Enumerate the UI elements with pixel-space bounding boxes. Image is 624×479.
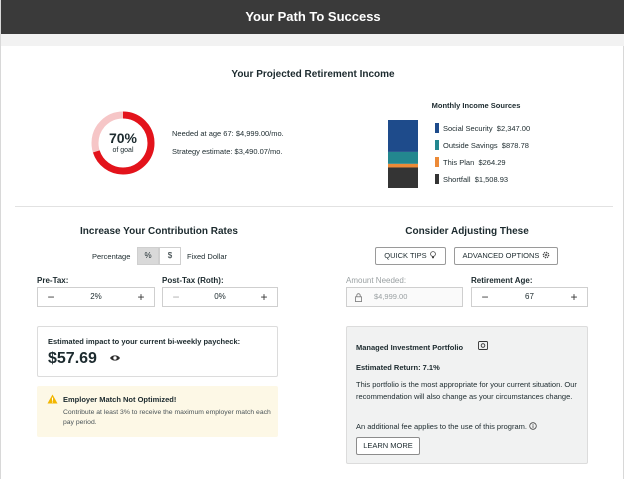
needed-value: $4,999.00/mo. <box>235 129 284 138</box>
amount-needed-value: $4,999.00 <box>374 292 408 301</box>
warning-text: Contribute at least 3% to receive the ma… <box>63 409 271 426</box>
paycheck-impact-card: Estimated impact to your current bi-week… <box>37 326 278 377</box>
projected-title: Your Projected Retirement Income <box>231 69 395 80</box>
bar-segment-outside-savings <box>388 151 418 164</box>
learn-more-label: LEARN MORE <box>363 441 413 450</box>
legend-item-this-plan: This Plan $264.29 <box>443 158 506 167</box>
strategy-value: $3,490.07/mo. <box>234 147 283 156</box>
pretax-decrease-button[interactable]: − <box>42 288 60 306</box>
legend-swatch-shortfall <box>435 174 439 184</box>
legend-value: $1,508.93 <box>474 175 509 184</box>
amount-needed-field[interactable]: $4,999.00 <box>346 287 463 307</box>
age-decrease-button[interactable]: − <box>476 288 494 306</box>
needed-label: Needed at age 67: <box>172 129 234 138</box>
posttax-increase-button[interactable]: + <box>255 288 273 306</box>
legend-swatch-outside-savings <box>435 140 439 150</box>
age-increase-button[interactable]: + <box>565 288 583 306</box>
impact-value: $57.69 <box>48 350 97 367</box>
bar-segment-this-plan <box>388 163 418 168</box>
advanced-options-label: ADVANCED OPTIONS <box>462 251 540 260</box>
dollar-toggle-label: $ <box>167 251 173 260</box>
dollar-toggle-button[interactable]: $ <box>159 247 181 265</box>
sources-title: Monthly Income Sources <box>431 101 521 110</box>
bar-segment-social-security <box>388 120 418 152</box>
header-subbar <box>1 34 624 46</box>
info-icon[interactable] <box>529 422 537 430</box>
lock-icon <box>355 293 362 302</box>
strategy-label: Strategy estimate: <box>172 147 233 156</box>
income-stacked-bar <box>388 120 418 188</box>
posttax-value[interactable]: 0% <box>187 288 253 306</box>
legend-label: Shortfall <box>443 175 471 184</box>
legend-swatch-social-security <box>435 123 439 133</box>
page-header: Your Path To Success <box>1 0 624 34</box>
impact-label: Estimated impact to your current bi-week… <box>48 337 241 346</box>
pretax-value[interactable]: 2% <box>62 288 130 306</box>
needed-row: Needed at age 67: $4,999.00/mo. <box>172 129 284 138</box>
strategy-row: Strategy estimate: $3,490.07/mo. <box>172 147 283 156</box>
legend-value: $2,347.00 <box>496 124 531 133</box>
retirement-age-stepper: − 67 + <box>471 287 588 307</box>
employer-match-warning: Employer Match Not Optimized! Contribute… <box>37 386 278 437</box>
legend-label: This Plan <box>443 158 475 167</box>
quick-tips-label: QUICK TIPS <box>384 251 427 260</box>
fee-note: An additional fee applies to the use of … <box>356 422 537 431</box>
legend-item-outside-savings: Outside Savings $878.78 <box>443 141 529 150</box>
pretax-increase-button[interactable]: + <box>132 288 150 306</box>
app-frame: Your Path To Success Your Projected Reti… <box>0 0 624 479</box>
legend-value: $264.29 <box>478 158 506 167</box>
portfolio-title: Managed Investment Portfolio <box>356 343 464 352</box>
pretax-label: Pre-Tax: <box>37 276 69 285</box>
percentage-label: Percentage <box>92 252 131 261</box>
percentage-toggle-button[interactable]: % <box>137 247 159 265</box>
warning-title: Employer Match Not Optimized! <box>63 395 177 404</box>
section-divider <box>15 206 613 207</box>
legend-item-shortfall: Shortfall $1,508.93 <box>443 175 508 184</box>
bar-segment-shortfall <box>388 167 418 188</box>
legend-label: Social Security <box>443 124 493 133</box>
advanced-options-button[interactable]: ADVANCED OPTIONS <box>454 247 558 265</box>
fixed-dollar-label: Fixed Dollar <box>187 252 228 261</box>
pretax-stepper: − 2% + <box>37 287 155 307</box>
portfolio-info-icon[interactable] <box>478 341 488 350</box>
posttax-decrease-button[interactable]: − <box>167 288 185 306</box>
contrib-title: Increase Your Contribution Rates <box>80 226 238 237</box>
estimated-return: Estimated Return: 7.1% <box>356 363 440 372</box>
amount-needed-label: Amount Needed: <box>346 276 407 285</box>
posttax-label: Post-Tax (Roth): <box>162 276 224 285</box>
adjust-title: Consider Adjusting These <box>405 226 529 237</box>
portfolio-card: Managed Investment Portfolio Estimated R… <box>346 326 588 464</box>
fee-note-text: An additional fee applies to the use of … <box>356 422 527 431</box>
goal-label: of goal <box>112 147 134 154</box>
percentage-toggle-label: % <box>144 251 152 260</box>
retirement-age-value[interactable]: 67 <box>496 288 563 306</box>
legend-swatch-this-plan <box>435 157 439 167</box>
page-title: Your Path To Success <box>245 9 381 24</box>
quick-tips-button[interactable]: QUICK TIPS <box>375 247 446 265</box>
goal-percent: 70% <box>108 130 138 146</box>
posttax-stepper: − 0% + <box>162 287 278 307</box>
learn-more-button[interactable]: LEARN MORE <box>356 437 420 455</box>
legend-label: Outside Savings <box>443 141 498 150</box>
lightbulb-icon <box>429 251 436 259</box>
legend-value: $878.78 <box>501 141 529 150</box>
legend-item-social-security: Social Security $2,347.00 <box>443 124 530 133</box>
eye-icon[interactable] <box>109 353 121 363</box>
portfolio-description: This portfolio is the most appropriate f… <box>356 380 577 401</box>
gear-icon <box>542 251 549 259</box>
warning-icon <box>47 394 58 404</box>
retirement-age-label: Retirement Age: <box>471 276 533 285</box>
